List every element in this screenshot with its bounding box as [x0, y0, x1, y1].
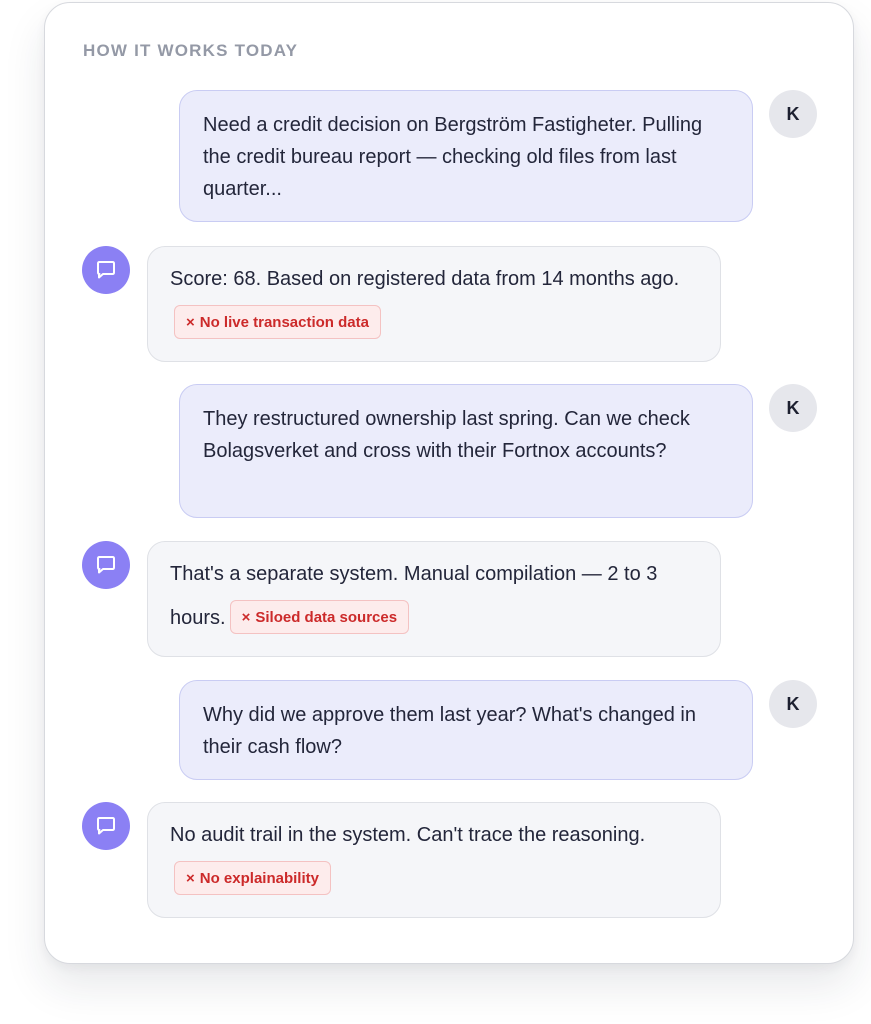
issue-tag: × Siloed data sources	[229, 599, 410, 634]
user-avatar: K	[769, 384, 817, 432]
issue-tag-label: No live transaction data	[199, 313, 369, 331]
avatar-initial: K	[786, 103, 800, 124]
x-mark-icon: ×	[186, 869, 195, 887]
message-text: They restructured ownership last spring.…	[203, 408, 690, 462]
assistant-avatar	[82, 541, 130, 589]
avatar-initial: K	[786, 693, 800, 714]
assistant-avatar	[82, 246, 130, 294]
chat-bubble-icon	[97, 261, 115, 279]
user-message-1: Need a credit decision on Bergström Fast…	[179, 90, 753, 222]
x-mark-icon: ×	[241, 608, 251, 626]
user-avatar: K	[769, 680, 817, 728]
conversation-card: HOW IT WORKS TODAY Need a credit decisio…	[44, 2, 854, 964]
message-text: Why did we approve them last year? What'…	[203, 704, 696, 758]
issue-tag: × No explainability	[174, 860, 331, 895]
x-mark-icon: ×	[186, 313, 195, 331]
assistant-message-1: Score: 68. Based on registered data from…	[147, 246, 721, 362]
section-label: HOW IT WORKS TODAY	[83, 41, 299, 60]
chat-bubble-icon	[97, 556, 115, 574]
user-message-2: They restructured ownership last spring.…	[179, 384, 753, 518]
user-message-3: Why did we approve them last year? What'…	[179, 680, 753, 780]
assistant-message-3: No audit trail in the system. Can't trac…	[147, 802, 721, 918]
message-text: Score: 68. Based on registered data from…	[170, 268, 680, 290]
issue-tag-label: Siloed data sources	[255, 608, 398, 626]
issue-tag-label: No explainability	[199, 869, 319, 887]
chat-bubble-icon	[97, 817, 115, 835]
issue-tag: × No live transaction data	[174, 304, 381, 339]
avatar-initial: K	[786, 397, 800, 418]
assistant-avatar	[82, 802, 130, 850]
user-avatar: K	[769, 90, 817, 138]
message-text: No audit trail in the system. Can't trac…	[170, 824, 646, 846]
message-text: Need a credit decision on Bergström Fast…	[203, 114, 703, 200]
assistant-message-2: That's a separate system. Manual compila…	[147, 541, 721, 657]
